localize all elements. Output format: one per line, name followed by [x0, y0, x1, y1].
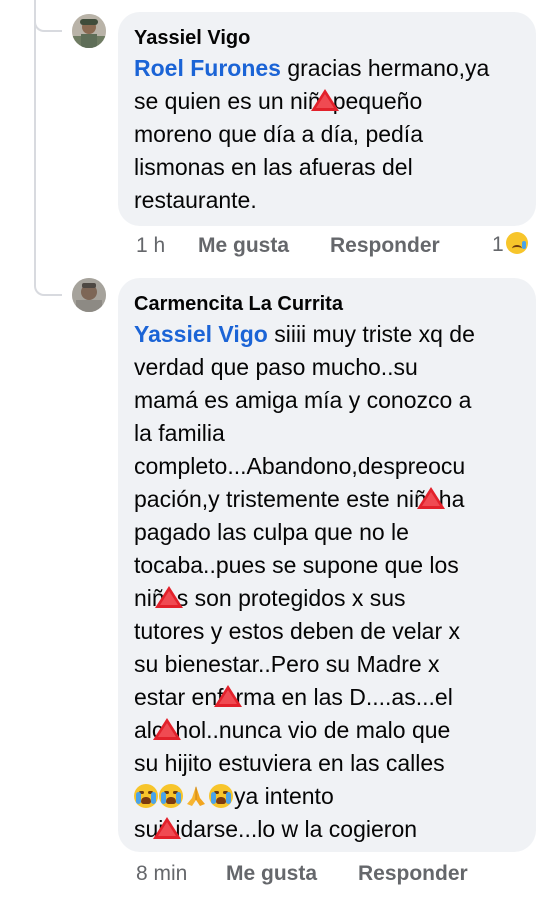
warning-triangle-icon	[153, 817, 182, 839]
crying-face-icon	[134, 784, 158, 808]
comment-text: Yassiel Vigo siiii muy triste xq de verd…	[134, 321, 475, 842]
profile-photo-icon	[72, 14, 106, 48]
comment-author[interactable]: Carmencita La Currita	[134, 290, 520, 318]
sad-face-icon	[505, 232, 528, 254]
reply-button[interactable]: Responder	[358, 862, 468, 886]
comment-text: Roel Furones gracias hermano,ya se quien…	[134, 55, 490, 213]
warning-triangle-icon	[153, 718, 182, 740]
mention-link[interactable]: Roel Furones	[134, 55, 281, 81]
thread-connector	[34, 0, 62, 32]
like-button[interactable]: Me gusta	[198, 234, 289, 258]
crying-face-icon	[159, 784, 183, 808]
comment-author[interactable]: Yassiel Vigo	[134, 24, 520, 52]
warning-triangle-icon	[213, 685, 242, 707]
comment-actions: 8 min Me gusta Responder	[136, 862, 496, 890]
thread-line	[34, 0, 36, 282]
reply-button[interactable]: Responder	[330, 234, 440, 258]
like-button[interactable]: Me gusta	[226, 862, 317, 886]
crying-face-icon	[209, 784, 233, 808]
comment-bubble: Yassiel Vigo Roel Furones gracias herman…	[118, 12, 536, 226]
warning-triangle-icon	[416, 487, 445, 509]
warning-triangle-icon	[154, 586, 183, 608]
warning-triangle-icon	[310, 89, 339, 111]
profile-photo-icon	[72, 278, 106, 312]
mention-link[interactable]: Yassiel Vigo	[134, 321, 268, 347]
avatar[interactable]	[72, 278, 106, 312]
comment-time[interactable]: 8 min	[136, 862, 187, 886]
comment-time[interactable]: 1 h	[136, 234, 165, 258]
reaction-summary[interactable]: 1	[492, 232, 528, 257]
thread-connector	[34, 264, 62, 296]
reaction-count: 1	[492, 233, 504, 256]
comment-actions: 1 h Me gusta Responder	[136, 234, 440, 262]
avatar[interactable]	[72, 14, 106, 48]
folded-hands-icon	[187, 786, 205, 806]
comment-bubble: Carmencita La Currita Yassiel Vigo siiii…	[118, 278, 536, 852]
